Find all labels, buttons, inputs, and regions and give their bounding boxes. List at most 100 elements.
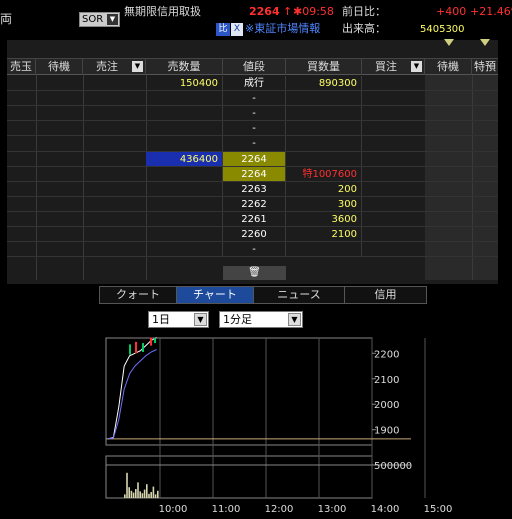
board-row[interactable]: 2262 300: [7, 196, 427, 212]
price-cell[interactable]: 2263: [223, 181, 286, 197]
market-select-value: SOR: [82, 14, 104, 25]
chevron-down-icon: ▼: [288, 313, 301, 326]
col-buy-order[interactable]: 買注 ▼: [362, 59, 425, 75]
triangle-down-icon[interactable]: [480, 39, 490, 46]
volume-bar: [154, 494, 157, 498]
market-select[interactable]: SOR ▼: [79, 12, 120, 27]
chevron-down-icon: ▼: [194, 313, 207, 326]
price-cell[interactable]: 2261: [223, 211, 286, 227]
change-label: 前日比：: [342, 5, 386, 18]
order-board: 売玉 待機 売注 ▼ 売数量 値段 買数量 買注 ▼ 待機 特預 150400 成…: [7, 39, 498, 284]
bid-qty-cell[interactable]: [286, 121, 362, 137]
trash-button[interactable]: 🗑: [223, 266, 286, 280]
price-cell[interactable]: 成行: [223, 76, 286, 91]
board-row[interactable]: 2264 特1007600: [7, 166, 427, 182]
ask-qty-cell[interactable]: [146, 106, 223, 122]
tab-news[interactable]: ニュース: [254, 287, 345, 303]
x-badge[interactable]: X: [231, 23, 243, 36]
price-cell[interactable]: -: [223, 106, 286, 122]
bid-qty-cell[interactable]: 300: [286, 196, 362, 212]
col-sell-position: 売玉: [7, 59, 36, 75]
ask-qty-cell[interactable]: [146, 211, 223, 227]
trash-icon: 🗑: [248, 267, 261, 278]
board-row[interactable]: -: [7, 106, 427, 122]
chevron-down-icon[interactable]: ▼: [411, 61, 422, 72]
price-cell[interactable]: -: [223, 136, 286, 152]
board-row[interactable]: 2260 2100: [7, 227, 427, 242]
col-sell-order[interactable]: 売注 ▼: [83, 59, 146, 75]
bid-qty-cell[interactable]: [286, 136, 362, 152]
bid-qty-cell[interactable]: 3600: [286, 211, 362, 227]
board-row[interactable]: 150400 成行 890300: [7, 76, 427, 91]
ask-qty-cell[interactable]: [146, 91, 223, 107]
bid-qty-cell[interactable]: 890300: [286, 76, 362, 91]
period-select[interactable]: 1日 ▼: [148, 311, 209, 328]
board-row[interactable]: -: [7, 136, 427, 152]
price-plot-frame: [105, 337, 373, 446]
ask-qty-cell[interactable]: [146, 242, 223, 258]
volume-bar: [157, 490, 159, 498]
volume-bar: [148, 493, 150, 498]
volume-bar: [137, 482, 139, 498]
change-percent: +21.46%: [470, 5, 512, 18]
price-cell[interactable]: -: [223, 242, 286, 258]
tab-chart[interactable]: チャート: [177, 287, 254, 303]
bid-qty-cell[interactable]: [286, 151, 362, 167]
volume-bar: [132, 492, 135, 498]
volume-bar: [152, 486, 155, 498]
bid-qty-cell[interactable]: [286, 106, 362, 122]
exchange-info-link[interactable]: ※東証市場情報: [245, 22, 320, 36]
chevron-down-icon[interactable]: ▼: [132, 61, 143, 72]
board-row[interactable]: -: [7, 91, 427, 107]
bid-qty-cell[interactable]: [286, 242, 362, 258]
bid-qty-cell[interactable]: 特1007600: [286, 166, 362, 182]
volume-value: 5405300: [420, 24, 465, 35]
tab-bar: クォート チャート ニュース 信用: [99, 286, 427, 304]
price-cell[interactable]: 2264: [223, 166, 286, 182]
ask-qty-cell[interactable]: [146, 196, 223, 212]
ask-qty-cell[interactable]: [146, 227, 223, 242]
ask-qty-cell[interactable]: [146, 121, 223, 137]
price-cell[interactable]: 2264: [223, 151, 286, 167]
ask-qty-cell[interactable]: [146, 181, 223, 197]
symbol-fragment: 両: [0, 12, 13, 26]
price-cell[interactable]: 2260: [223, 227, 286, 242]
volume-bar: [130, 490, 133, 498]
intraday-chart[interactable]: 10:00 11:00 12:00 13:00 14:00 15:00 2200 2100 20…: [0, 330, 512, 519]
ask-qty-cell[interactable]: 436400: [146, 151, 223, 167]
row-separator: [7, 256, 498, 258]
board-row[interactable]: -: [7, 242, 427, 258]
price-cell[interactable]: -: [223, 121, 286, 137]
ask-qty-cell[interactable]: 150400: [146, 76, 223, 91]
board-row[interactable]: 2263 200: [7, 181, 427, 197]
bid-qty-cell[interactable]: 2100: [286, 227, 362, 242]
col-buy-standby: 待機: [425, 59, 472, 75]
ask-qty-cell[interactable]: [146, 136, 223, 152]
x-tick-label: 14:00: [371, 504, 400, 515]
x-tick-label: 11:00: [212, 504, 241, 515]
tab-margin[interactable]: 信用: [345, 287, 426, 303]
board-row[interactable]: -: [7, 121, 427, 137]
order-type-label: 無期限信用取扱: [124, 5, 201, 18]
board-row[interactable]: 2261 3600: [7, 211, 427, 227]
bid-qty-cell[interactable]: 200: [286, 181, 362, 197]
bid-qty-cell[interactable]: [286, 91, 362, 107]
board-row[interactable]: 436400 2264: [7, 151, 427, 167]
price-line: [107, 337, 157, 440]
volume-bar: [126, 472, 128, 498]
current-price: 2264: [249, 5, 280, 18]
triangle-down-icon[interactable]: [444, 39, 454, 46]
col-price: 値段: [223, 59, 286, 75]
period-select-value: 1日: [152, 313, 170, 326]
interval-select[interactable]: 1分足 ▼: [219, 311, 303, 328]
y-tick-label: 1900: [374, 426, 399, 437]
volume-bar: [143, 489, 146, 498]
volume-tick-label: 500000: [374, 461, 412, 472]
y-tick-label: 2100: [374, 375, 399, 386]
price-cell[interactable]: -: [223, 91, 286, 107]
price-cell[interactable]: 2262: [223, 196, 286, 212]
tab-quote[interactable]: クォート: [100, 287, 177, 303]
compare-badge[interactable]: 比: [216, 23, 230, 36]
ask-qty-cell[interactable]: [146, 166, 223, 182]
x-tick-label: 10:00: [159, 504, 188, 515]
